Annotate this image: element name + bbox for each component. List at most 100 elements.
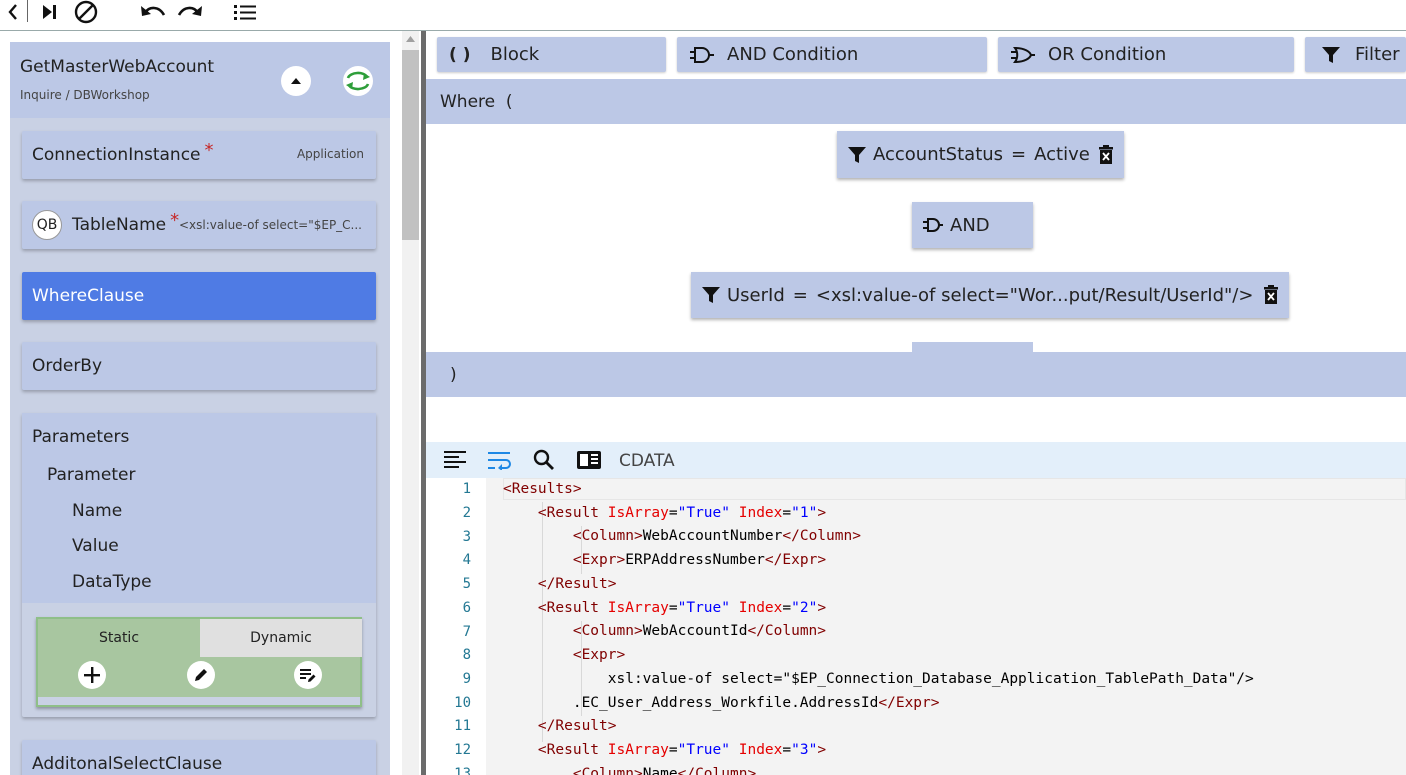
top-toolbar xyxy=(0,0,1406,31)
back-icon[interactable] xyxy=(4,0,22,24)
and-gate-icon xyxy=(690,46,714,63)
line-number: 3 xyxy=(462,529,471,545)
condition-field: UserId xyxy=(727,284,785,306)
code-line: <Result IsArray="True" Index="1"> xyxy=(537,505,827,521)
code-line: <Column>WebAccountNumber</Column> xyxy=(572,528,861,544)
connection-instance-value: Application xyxy=(296,147,364,161)
where-close-bar[interactable]: ) xyxy=(426,352,1406,397)
line-number: 9 xyxy=(462,671,471,687)
search-icon[interactable] xyxy=(531,448,557,472)
order-by-label: OrderBy xyxy=(32,356,103,376)
list-icon[interactable] xyxy=(232,0,258,24)
param-datatype-label[interactable]: DataType xyxy=(72,572,152,592)
and-connector-label: AND xyxy=(950,214,990,236)
and-condition-label: AND Condition xyxy=(727,44,859,65)
tab-dynamic[interactable]: Dynamic xyxy=(200,619,362,657)
node-tree: GetMasterWebAccount Inquire / DBWorkshop… xyxy=(10,42,390,775)
line-number: 2 xyxy=(462,505,471,521)
minimap-icon[interactable] xyxy=(576,448,602,472)
or-condition-button[interactable]: OR Condition xyxy=(998,37,1294,72)
edit-list-button[interactable] xyxy=(294,661,322,689)
parameter-label[interactable]: Parameter xyxy=(47,465,135,485)
required-mark: * xyxy=(170,210,180,231)
filter-icon xyxy=(702,287,720,303)
scroll-up-icon[interactable] xyxy=(405,35,416,43)
required-mark: * xyxy=(204,140,214,161)
table-name-item[interactable]: QB TableName * <xsl:value-of select="$EP_… xyxy=(22,201,376,249)
parameters-section: Parameters Parameter Name Value DataType… xyxy=(22,413,376,717)
refresh-button[interactable] xyxy=(343,66,373,96)
line-number-gutter: 1 2 3 4 5 6 7 8 9 10 11 12 13 xyxy=(426,478,486,775)
query-builder-badge[interactable]: QB xyxy=(32,210,62,240)
filter-button[interactable]: Filter xyxy=(1305,37,1406,72)
code-line: <Result IsArray="True" Index="3"> xyxy=(537,742,827,758)
node-title: GetMasterWebAccount xyxy=(20,57,215,77)
line-number: 13 xyxy=(454,766,471,775)
disable-icon[interactable] xyxy=(72,0,100,24)
word-wrap-icon[interactable] xyxy=(487,448,513,472)
redo-icon[interactable] xyxy=(175,0,205,24)
additional-select-clause-item[interactable]: AdditonalSelectClause xyxy=(22,740,376,775)
line-number: 10 xyxy=(454,695,471,711)
and-condition-button[interactable]: AND Condition xyxy=(677,37,987,72)
code-line: </Result> xyxy=(537,576,617,592)
line-number: 11 xyxy=(454,718,471,734)
connection-instance-item[interactable]: ConnectionInstance * Application xyxy=(22,131,376,179)
parameters-label[interactable]: Parameters xyxy=(32,427,129,447)
additional-select-clause-label: AdditonalSelectClause xyxy=(32,754,223,774)
line-number: 5 xyxy=(462,576,471,592)
pencil-icon xyxy=(195,669,207,681)
connection-instance-label: ConnectionInstance xyxy=(32,145,201,165)
step-forward-icon[interactable] xyxy=(38,0,62,24)
code-line: <Expr>ERPAddressNumber</Expr> xyxy=(572,552,827,568)
table-name-value: <xsl:value-of select="$EP_C... xyxy=(179,218,362,232)
order-by-item[interactable]: OrderBy xyxy=(22,342,376,390)
code-line: xsl:value-of select="$EP_Connection_Data… xyxy=(503,671,1254,687)
code-editor[interactable]: 1 2 3 4 5 6 7 8 9 10 11 12 13 <Results> … xyxy=(426,478,1406,775)
condition-account-status[interactable]: AccountStatus = Active xyxy=(837,131,1124,178)
condition-value: <xsl:value-of select="Wor...put/Result/U… xyxy=(815,284,1254,306)
line-number: 8 xyxy=(462,647,471,663)
code-line: <Column>Name</Column> xyxy=(572,766,757,775)
line-number: 1 xyxy=(462,481,471,497)
code-line: <Expr> xyxy=(572,647,626,663)
edit-button[interactable] xyxy=(187,661,215,689)
condition-user-id[interactable]: UserId = <xsl:value-of select="Wor...put… xyxy=(691,272,1290,318)
tabbox-footer xyxy=(38,697,360,705)
format-icon[interactable] xyxy=(442,448,468,472)
right-panel: ( ) Block AND Condition OR Condition Fil… xyxy=(426,31,1406,775)
where-open-label: Where ( xyxy=(440,92,513,112)
where-close-label: ) xyxy=(450,365,457,385)
edit-note-icon xyxy=(300,669,316,682)
param-value-label[interactable]: Value xyxy=(72,536,119,556)
and-connector[interactable]: AND xyxy=(912,202,1033,248)
sync-icon xyxy=(346,71,370,91)
node-header: GetMasterWebAccount Inquire / DBWorkshop xyxy=(10,42,390,118)
node-subtitle: Inquire / DBWorkshop xyxy=(20,88,150,102)
filter-label: Filter xyxy=(1355,44,1400,65)
delete-icon[interactable] xyxy=(1098,144,1114,165)
where-open-bar[interactable]: Where ( xyxy=(426,79,1406,124)
cdata-toggle[interactable]: CDATA xyxy=(619,451,675,471)
param-name-label[interactable]: Name xyxy=(72,501,122,521)
where-clause-item[interactable]: WhereClause xyxy=(22,272,376,320)
code-line: .EC_User_Address_Workfile.AddressId</Exp… xyxy=(503,695,940,711)
parentheses-icon: ( ) xyxy=(449,44,471,65)
or-condition-label: OR Condition xyxy=(1048,44,1167,65)
code-line: <Results> xyxy=(503,481,582,497)
collapse-button[interactable] xyxy=(281,66,311,96)
line-number: 12 xyxy=(454,742,471,758)
block-button[interactable]: ( ) Block xyxy=(437,37,666,72)
left-scrollbar-thumb[interactable] xyxy=(402,50,419,240)
value-type-tabs: Static Dynamic xyxy=(36,617,362,707)
line-number: 6 xyxy=(462,600,471,616)
filter-icon xyxy=(1322,46,1340,63)
delete-icon[interactable] xyxy=(1263,285,1279,305)
undo-icon[interactable] xyxy=(138,0,168,24)
add-button[interactable] xyxy=(78,661,106,689)
code-line: <Column>WebAccountId</Column> xyxy=(572,623,827,639)
tab-static[interactable]: Static xyxy=(38,619,200,657)
or-gate-icon xyxy=(1011,46,1035,63)
condition-operator: = xyxy=(1011,144,1027,165)
editor-toolbar: CDATA xyxy=(426,442,1406,478)
